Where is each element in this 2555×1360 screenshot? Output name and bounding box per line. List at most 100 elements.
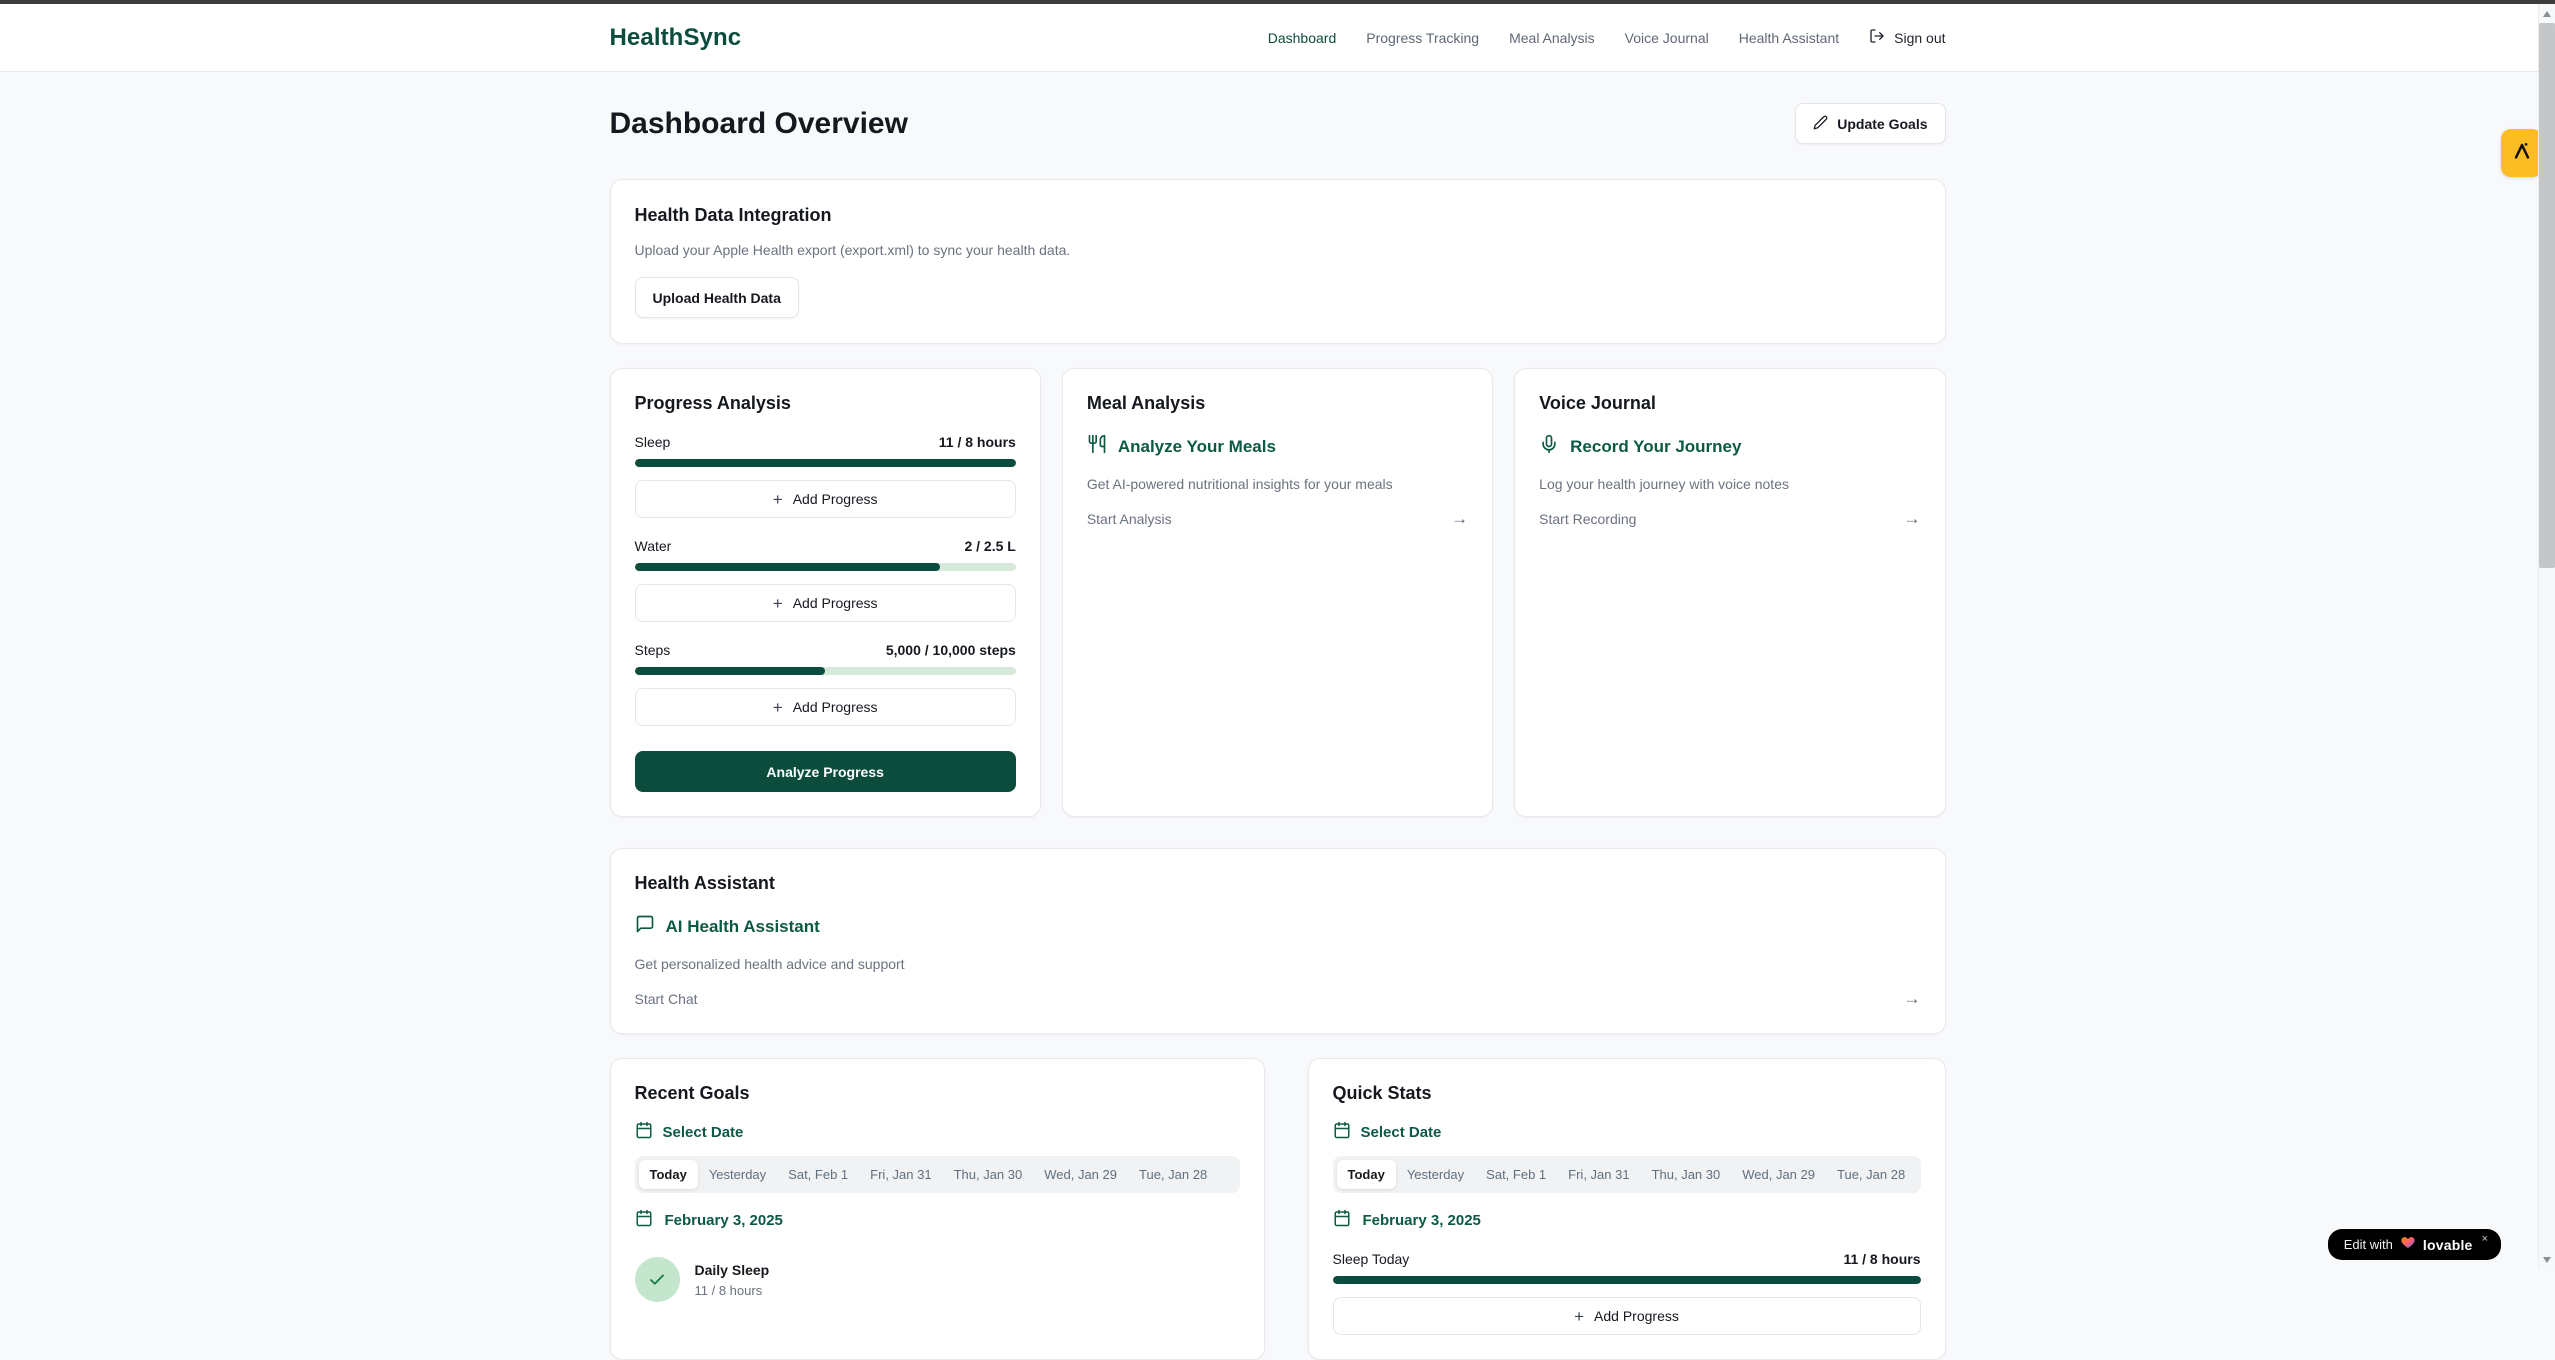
tab-wed-jan-29[interactable]: Wed, Jan 29 [1033,1160,1128,1189]
calendar-icon [635,1121,653,1143]
edit-with-label: Edit with [2344,1237,2393,1252]
arrow-right-icon: → [1904,509,1921,529]
update-goals-button[interactable]: Update Goals [1795,103,1945,144]
tab-thu-jan-30[interactable]: Thu, Jan 30 [943,1160,1034,1189]
lovable-side-tab-button[interactable] [2501,129,2542,177]
chat-bubble-icon [635,914,655,939]
heart-icon [2400,1235,2416,1255]
tab-sat-feb-1[interactable]: Sat, Feb 1 [777,1160,859,1189]
record-your-journey-link[interactable]: Record Your Journey [1539,434,1920,459]
start-recording-label: Start Recording [1539,511,1636,527]
sleep-today-progress-fill [1333,1276,1921,1284]
sleep-label: Sleep [635,434,671,450]
badge-close-icon[interactable]: × [2482,1233,2488,1245]
scroll-down-arrow[interactable] [2543,1257,2551,1263]
selected-date-label: February 3, 2025 [1363,1212,1481,1229]
nav-progress-tracking[interactable]: Progress Tracking [1366,30,1479,46]
start-recording-link[interactable]: Start Recording → [1539,509,1920,529]
edit-with-lovable-badge[interactable]: Edit with lovable × [2328,1229,2501,1260]
water-add-progress-button[interactable]: + Add Progress [635,584,1016,622]
microphone-icon [1539,434,1559,459]
analyze-your-meals-link[interactable]: Analyze Your Meals [1087,434,1468,459]
tab-fri-jan-31[interactable]: Fri, Jan 31 [859,1160,942,1189]
app-header: HealthSync Dashboard Progress Tracking M… [0,4,2555,72]
tab-wed-jan-29[interactable]: Wed, Jan 29 [1731,1160,1826,1189]
recent-goals-selected-date[interactable]: February 3, 2025 [635,1209,1240,1231]
nav-dashboard[interactable]: Dashboard [1268,30,1337,46]
goal-value: 11 / 8 hours [695,1283,770,1298]
sleep-progress-fill [635,459,1016,467]
meal-analysis-card: Meal Analysis Analyze Your Meals Get AI-… [1062,368,1493,817]
steps-add-progress-button[interactable]: + Add Progress [635,688,1016,726]
steps-value: 5,000 / 10,000 steps [886,642,1016,658]
nav-voice-journal[interactable]: Voice Journal [1625,30,1709,46]
pencil-icon [1813,115,1828,133]
tab-yesterday[interactable]: Yesterday [1396,1160,1475,1189]
upload-health-data-button[interactable]: Upload Health Data [635,277,799,318]
start-chat-link[interactable]: Start Chat → [635,989,1921,1009]
tab-today[interactable]: Today [639,1160,698,1189]
scroll-up-arrow[interactable] [2543,11,2551,17]
arrow-right-icon: → [1451,509,1468,529]
water-progress-fill [635,563,940,571]
sleep-today-metric: Sleep Today 11 / 8 hours + Add Progress [1333,1251,1921,1335]
vertical-scrollbar[interactable] [2538,4,2555,1270]
tab-today[interactable]: Today [1337,1160,1396,1189]
quick-stats-select-date[interactable]: Select Date [1333,1121,1921,1143]
recent-goals-card: Recent Goals Select Date Today Yesterday… [610,1058,1265,1360]
voice-journal-description: Log your health journey with voice notes [1539,476,1920,492]
sleep-today-value: 11 / 8 hours [1843,1251,1920,1267]
nav-health-assistant[interactable]: Health Assistant [1739,30,1839,46]
sign-out-button[interactable]: Sign out [1869,28,1945,47]
plus-icon: + [773,699,783,716]
steps-progress-bar [635,667,1016,675]
tab-tue-jan-28[interactable]: Tue, Jan 28 [1826,1160,1916,1189]
progress-analysis-title: Progress Analysis [635,393,1016,414]
water-label: Water [635,538,672,554]
health-data-description: Upload your Apple Health export (export.… [635,242,1921,258]
recent-goals-title: Recent Goals [635,1083,1240,1104]
scrollbar-thumb[interactable] [2539,23,2555,568]
selected-date-label: February 3, 2025 [665,1212,783,1229]
main-nav: Dashboard Progress Tracking Meal Analysi… [1268,28,1946,47]
health-assistant-description: Get personalized health advice and suppo… [635,956,1921,972]
steps-progress-fill [635,667,826,675]
start-analysis-link[interactable]: Start Analysis → [1087,509,1468,529]
tab-yesterday[interactable]: Yesterday [698,1160,777,1189]
tab-fri-jan-31[interactable]: Fri, Jan 31 [1557,1160,1640,1189]
start-chat-label: Start Chat [635,991,698,1007]
nav-meal-analysis[interactable]: Meal Analysis [1509,30,1595,46]
sleep-today-add-progress-button[interactable]: + Add Progress [1333,1297,1921,1335]
steps-metric: Steps 5,000 / 10,000 steps + Add Progres… [635,642,1016,726]
app-logo[interactable]: HealthSync [610,24,742,52]
sleep-today-label: Sleep Today [1333,1251,1410,1267]
start-analysis-label: Start Analysis [1087,511,1172,527]
tab-tue-jan-28[interactable]: Tue, Jan 28 [1128,1160,1218,1189]
sleep-add-progress-button[interactable]: + Add Progress [635,480,1016,518]
voice-journal-card: Voice Journal Record Your Journey Log yo… [1514,368,1945,817]
recent-goals-date-tabs: Today Yesterday Sat, Feb 1 Fri, Jan 31 T… [635,1156,1240,1193]
recent-goals-select-date[interactable]: Select Date [635,1121,1240,1143]
health-assistant-card: Health Assistant AI Health Assistant Get… [610,848,1946,1034]
meal-analysis-title: Meal Analysis [1087,393,1468,414]
add-progress-label: Add Progress [793,699,878,715]
arrow-right-icon: → [1904,989,1921,1009]
sleep-progress-bar [635,459,1016,467]
health-assistant-title: Health Assistant [635,873,1921,894]
calendar-icon [1333,1121,1351,1143]
record-your-journey-label: Record Your Journey [1570,437,1741,457]
progress-analysis-card: Progress Analysis Sleep 11 / 8 hours + A… [610,368,1041,817]
goal-list-item: Daily Sleep 11 / 8 hours [635,1257,1240,1302]
ai-health-assistant-link[interactable]: AI Health Assistant [635,914,1921,939]
utensils-icon [1087,434,1107,459]
voice-journal-title: Voice Journal [1539,393,1920,414]
page-title: Dashboard Overview [610,107,908,141]
analyze-progress-button[interactable]: Analyze Progress [635,751,1016,792]
tab-sat-feb-1[interactable]: Sat, Feb 1 [1475,1160,1557,1189]
quick-stats-date-tabs: Today Yesterday Sat, Feb 1 Fri, Jan 31 T… [1333,1156,1921,1193]
analyze-your-meals-label: Analyze Your Meals [1118,437,1276,457]
sleep-metric: Sleep 11 / 8 hours + Add Progress [635,434,1016,518]
quick-stats-selected-date[interactable]: February 3, 2025 [1333,1209,1921,1231]
add-progress-label: Add Progress [793,491,878,507]
tab-thu-jan-30[interactable]: Thu, Jan 30 [1641,1160,1732,1189]
